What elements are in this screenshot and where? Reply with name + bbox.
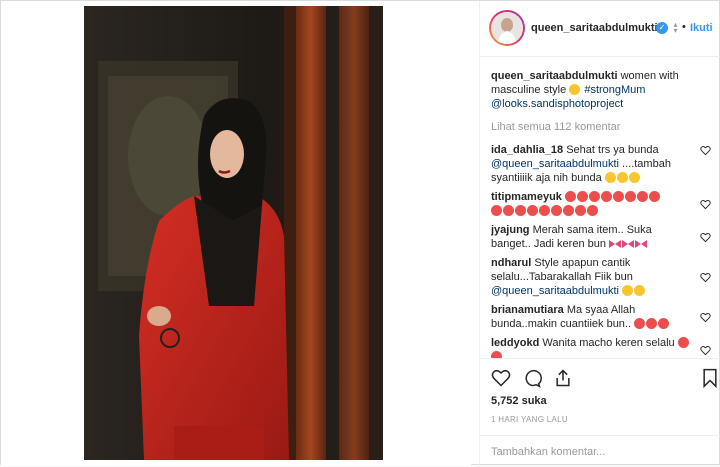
heart-eyes-emoji-icon xyxy=(539,205,550,216)
comment-item: ndharul Style apapun cantik selalu...Tab… xyxy=(491,256,713,298)
comment-item: leddyokd Wanita macho keren selalu xyxy=(491,336,713,359)
post-timestamp[interactable]: 1 HARI YANG LALU xyxy=(491,415,568,424)
heart-eyes-emoji-icon xyxy=(491,205,502,216)
grin-emoji-icon xyxy=(569,84,581,95)
post-actions: 5,752 suka 1 HARI YANG LALU xyxy=(480,358,720,466)
heart-eyes-emoji-icon xyxy=(551,205,562,216)
header-username[interactable]: queen_saritaabdulmukti xyxy=(531,22,658,34)
comment-username[interactable]: brianamutiara xyxy=(491,304,564,316)
comment-item: titipmameyuk xyxy=(491,190,713,218)
ribbon-emoji-icon xyxy=(635,238,648,249)
comment-text: Sehat trs ya bunda xyxy=(566,144,659,156)
heart-eyes-emoji-icon xyxy=(636,191,648,202)
like-comment-heart-icon[interactable] xyxy=(700,145,711,156)
smile-emoji-icon xyxy=(634,285,646,296)
smile-emoji-icon xyxy=(622,285,634,296)
hashtag-link[interactable]: #strongMum xyxy=(584,84,645,96)
mention-link[interactable]: @looks.sandisphotoproject xyxy=(491,98,623,110)
heart-eyes-emoji-icon xyxy=(612,191,624,202)
post-photo[interactable] xyxy=(84,6,383,460)
heart-eyes-emoji-icon xyxy=(527,205,538,216)
comment-item: brianamutiara Ma syaa Allah bunda..makin… xyxy=(491,303,713,331)
like-comment-heart-icon[interactable] xyxy=(700,312,711,323)
heart-eyes-emoji-icon xyxy=(563,205,574,216)
add-comment-bar xyxy=(480,435,720,467)
kiss-emoji-icon xyxy=(628,172,640,183)
comments-list: queen_saritaabdulmukti women with mascul… xyxy=(491,69,713,359)
caption: queen_saritaabdulmukti women with mascul… xyxy=(491,69,713,111)
heart-eyes-emoji-icon xyxy=(588,191,600,202)
follow-button[interactable]: Ikuti xyxy=(690,22,713,34)
heart-eyes-emoji-icon xyxy=(646,318,658,329)
verified-badge-icon: ✓ xyxy=(656,22,668,34)
comment-text: Wanita macho keren selalu xyxy=(542,337,675,349)
heart-eyes-emoji-icon xyxy=(600,191,612,202)
heart-eyes-emoji-icon xyxy=(648,191,660,202)
heart-eyes-emoji-icon xyxy=(634,318,646,329)
comment-username[interactable]: ndharul xyxy=(491,257,531,269)
loading-icon: ▴ ▾ xyxy=(673,20,678,35)
post-dialog: queen_saritaabdulmukti ✓ ▴ ▾ • Ikuti quee… xyxy=(0,0,720,466)
comment-username[interactable]: titipmameyuk xyxy=(491,191,562,203)
like-comment-heart-icon[interactable] xyxy=(700,199,711,210)
photo-pane xyxy=(1,1,471,466)
like-comment-heart-icon[interactable] xyxy=(700,345,711,356)
heart-eyes-emoji-icon xyxy=(624,191,636,202)
ribbon-emoji-icon xyxy=(609,238,622,249)
caption-username[interactable]: queen_saritaabdulmukti xyxy=(491,70,618,82)
comment-item: jyajung Merah sama item.. Suka banget.. … xyxy=(491,223,713,251)
kiss-emoji-icon xyxy=(604,172,616,183)
avatar[interactable] xyxy=(489,10,525,46)
ribbon-emoji-icon xyxy=(622,238,635,249)
like-comment-heart-icon[interactable] xyxy=(700,272,711,283)
heart-eyes-emoji-icon xyxy=(576,191,588,202)
mention-link[interactable]: @queen_saritaabdulmukti xyxy=(491,285,619,297)
photo-image xyxy=(84,6,383,460)
heart-eyes-emoji-icon xyxy=(658,318,670,329)
comment-item: ida_dahlia_18 Sehat trs ya bunda @queen_… xyxy=(491,143,713,185)
likes-count[interactable]: 5,752 suka xyxy=(491,395,547,407)
comment-input[interactable] xyxy=(491,444,711,460)
heart-eyes-emoji-icon xyxy=(515,205,526,216)
heart-eyes-emoji-icon xyxy=(564,191,576,202)
comment-username[interactable]: leddyokd xyxy=(491,337,539,349)
share-icon[interactable] xyxy=(553,368,573,388)
comment-username[interactable]: ida_dahlia_18 xyxy=(491,144,563,156)
like-comment-heart-icon[interactable] xyxy=(700,232,711,243)
heart-icon[interactable] xyxy=(491,368,511,388)
post-header: queen_saritaabdulmukti ✓ ▴ ▾ • Ikuti xyxy=(480,1,720,57)
heart-eyes-emoji-icon xyxy=(503,205,514,216)
kiss-emoji-icon xyxy=(616,172,628,183)
comment-username[interactable]: jyajung xyxy=(491,224,530,236)
heart-eyes-emoji-icon xyxy=(587,205,598,216)
view-all-comments-link[interactable]: Lihat semua 112 komentar xyxy=(491,120,713,134)
comment-icon[interactable] xyxy=(522,368,542,388)
post-sidebar: queen_saritaabdulmukti ✓ ▴ ▾ • Ikuti quee… xyxy=(479,1,720,466)
heart-eyes-emoji-icon xyxy=(575,205,586,216)
separator-dot: • xyxy=(682,21,686,33)
mention-link[interactable]: @queen_saritaabdulmukti xyxy=(491,158,619,170)
bookmark-icon[interactable] xyxy=(700,368,720,388)
heart-eyes-emoji-icon xyxy=(677,337,689,348)
avatar-image xyxy=(491,12,523,44)
